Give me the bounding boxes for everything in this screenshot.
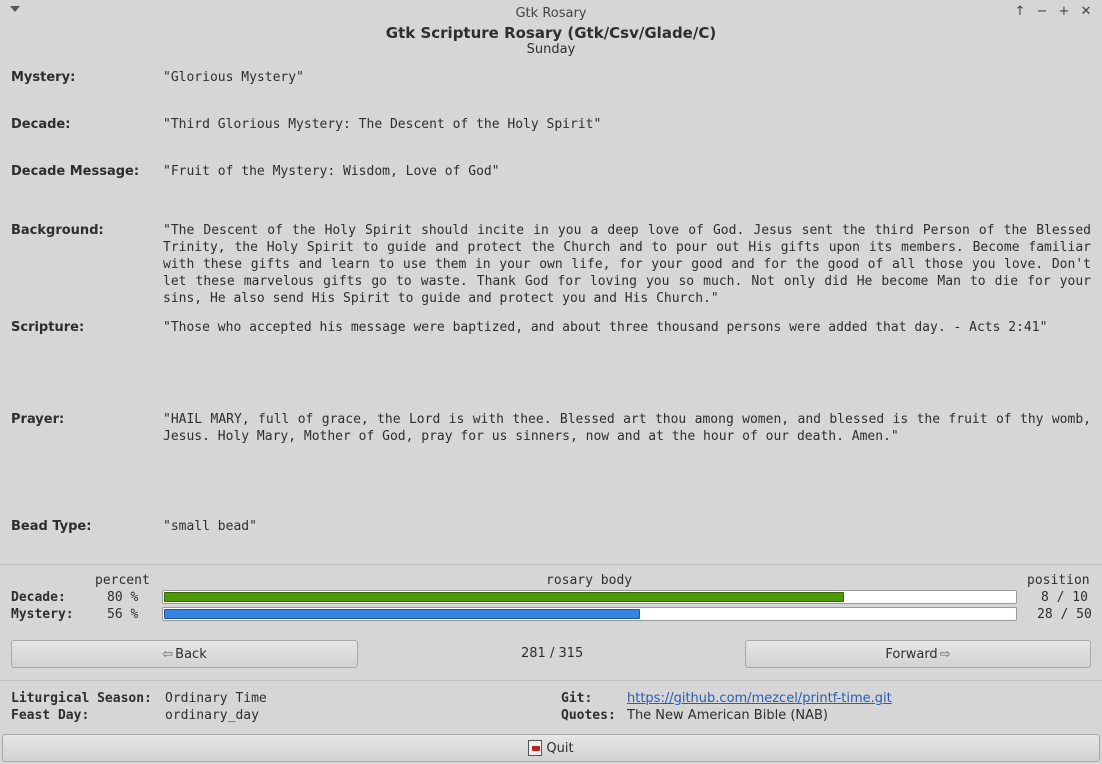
decade-label: Decade: (11, 117, 71, 132)
minimize-icon[interactable]: − (1034, 4, 1050, 20)
feast-label: Feast Day: (11, 708, 90, 723)
mystery-position: 28 / 50 (1037, 607, 1092, 622)
divider (0, 680, 1102, 681)
decade-value: "Third Glorious Mystery: The Descent of … (163, 117, 602, 132)
forward-arrow-icon: ⇨ (939, 646, 951, 662)
forward-button[interactable]: Forward ⇨ (745, 640, 1091, 668)
mystery-percent: 56 % (107, 607, 139, 622)
mystery-progress-bar (162, 607, 1017, 621)
season-value: Ordinary Time (165, 691, 267, 706)
decade-progress-bar (162, 590, 1017, 604)
back-button[interactable]: ⇦ Back (11, 640, 358, 668)
background-value: "The Descent of the Holy Spirit should i… (163, 223, 1091, 306)
keep-above-icon[interactable]: ↑ (1012, 4, 1028, 20)
percent-header: percent (95, 573, 150, 588)
mystery-progress-fill (164, 609, 640, 619)
mystery-label: Mystery: (11, 70, 76, 85)
window-title: Gtk Rosary (515, 6, 587, 21)
bead-type-label: Bead Type: (11, 519, 92, 534)
exit-icon (528, 740, 543, 756)
back-arrow-icon: ⇦ (162, 646, 174, 662)
decade-message-value: "Fruit of the Mystery: Wisdom, Love of G… (163, 164, 500, 179)
rosary-body-header: rosary body (546, 573, 633, 588)
back-button-label: Back (175, 646, 207, 662)
position-header: position (1027, 573, 1090, 588)
git-link[interactable]: https://github.com/mezcel/printf-time.gi… (627, 691, 892, 706)
prayer-value: "HAIL MARY, full of grace, the Lord is w… (163, 412, 1091, 444)
title-bar: Gtk Rosary ↑ − + ✕ (0, 0, 1102, 26)
mystery-progress-label: Mystery: (11, 607, 74, 622)
background-label: Background: (11, 223, 104, 238)
day-label: Sunday (526, 42, 576, 57)
divider (0, 564, 1102, 565)
quit-button-label: Quit (546, 740, 574, 756)
season-label: Liturgical Season: (11, 691, 152, 706)
decade-position: 8 / 10 (1041, 590, 1088, 605)
position-counter: 281 / 315 (521, 646, 584, 661)
scripture-value: "Those who accepted his message were bap… (163, 320, 1048, 335)
forward-button-label: Forward (885, 646, 938, 662)
app-title: Gtk Scripture Rosary (Gtk/Csv/Glade/C) (385, 24, 717, 42)
close-icon[interactable]: ✕ (1078, 4, 1094, 20)
quotes-label: Quotes: (561, 708, 616, 723)
quit-button[interactable]: Quit (2, 734, 1100, 762)
decade-message-label: Decade Message: (11, 164, 140, 179)
git-label: Git: (561, 691, 593, 706)
feast-value: ordinary_day (165, 708, 259, 723)
decade-percent: 80 % (107, 590, 139, 605)
window-controls: ↑ − + ✕ (1012, 4, 1094, 20)
maximize-icon[interactable]: + (1056, 4, 1072, 20)
scripture-label: Scripture: (11, 320, 85, 335)
prayer-label: Prayer: (11, 412, 65, 427)
decade-progress-fill (164, 592, 845, 602)
decade-progress-label: Decade: (11, 590, 66, 605)
quotes-value: The New American Bible (NAB) (627, 708, 828, 723)
bead-type-value: "small bead" (163, 519, 257, 534)
mystery-value: "Glorious Mystery" (163, 70, 304, 85)
